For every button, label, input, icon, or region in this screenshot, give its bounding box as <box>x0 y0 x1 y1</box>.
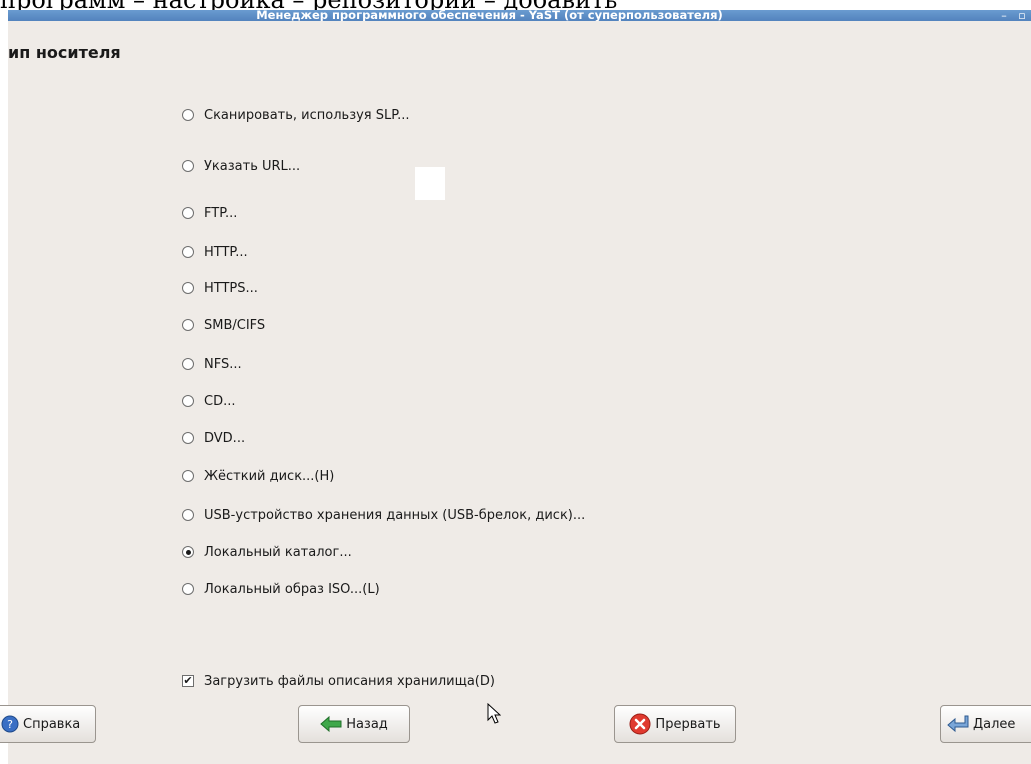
radio-option-http[interactable]: HTTP... <box>182 242 248 262</box>
yast-window: ип носителя Сканировать, используя SLP..… <box>8 21 1031 764</box>
radio-option-local-directory[interactable]: Локальный каталог... <box>182 542 352 562</box>
download-descriptions-checkbox-row[interactable]: ✔ Загрузить файлы описания хранилища(D) <box>182 671 495 691</box>
radio-button[interactable] <box>182 207 194 219</box>
mouse-pointer-icon <box>487 703 501 724</box>
svg-text:?: ? <box>7 718 13 731</box>
radio-button[interactable] <box>182 432 194 444</box>
checkbox-label: Загрузить файлы описания хранилища(D) <box>204 673 495 689</box>
radio-option-https[interactable]: HTTPS... <box>182 278 258 298</box>
radio-option-cd[interactable]: CD... <box>182 391 235 411</box>
radio-option-usb[interactable]: USB-устройство хранения данных (USB-брел… <box>182 505 585 525</box>
radio-option-local-iso[interactable]: Локальный образ ISO...(L) <box>182 579 380 599</box>
help-button-label: Справка <box>23 716 81 732</box>
arrow-left-icon <box>320 716 342 732</box>
help-button[interactable]: ? Справка <box>0 705 96 743</box>
radio-button[interactable] <box>182 509 194 521</box>
radio-option-label: Указать URL... <box>204 158 301 174</box>
radio-option-label: HTTPS... <box>204 280 258 296</box>
radio-option-label: CD... <box>204 393 236 409</box>
page-title: ип носителя <box>8 43 121 62</box>
radio-option-hard-disk[interactable]: Жёсткий диск...(H) <box>182 466 334 486</box>
screenshot: программ – настройка – репозитории – доб… <box>0 0 1031 764</box>
enter-arrow-icon <box>947 715 969 733</box>
abort-button-label: Прервать <box>655 716 721 732</box>
window-title: Менеджер программного обеспечения - YaST… <box>256 8 723 22</box>
radio-option-label: Локальный каталог... <box>204 544 352 560</box>
radio-option-label: SMB/CIFS <box>204 317 266 333</box>
radio-button[interactable] <box>182 109 194 121</box>
radio-option-smb-cifs[interactable]: SMB/CIFS <box>182 315 265 335</box>
radio-button[interactable] <box>182 319 194 331</box>
radio-option-label: NFS... <box>204 356 242 372</box>
radio-button[interactable] <box>182 583 194 595</box>
radio-option-label: FTP... <box>204 205 238 221</box>
radio-option-nfs[interactable]: NFS... <box>182 354 242 374</box>
radio-option-ftp[interactable]: FTP... <box>182 203 237 223</box>
radio-button[interactable] <box>182 470 194 482</box>
radio-button[interactable] <box>182 246 194 258</box>
radio-button[interactable] <box>182 358 194 370</box>
help-icon: ? <box>1 715 19 733</box>
stop-icon <box>629 713 651 735</box>
next-button-label: Далее <box>973 716 1016 732</box>
minimize-button[interactable]: – <box>997 10 1011 21</box>
radio-option-url[interactable]: Указать URL... <box>182 156 300 176</box>
radio-button-selected[interactable] <box>182 546 194 558</box>
maximize-button[interactable]: ▫ <box>1015 10 1029 21</box>
radio-option-label: Жёсткий диск...(H) <box>204 468 335 484</box>
radio-button[interactable] <box>182 395 194 407</box>
back-button-label: Назад <box>346 716 388 732</box>
radio-option-label: DVD... <box>204 430 246 446</box>
radio-button[interactable] <box>182 282 194 294</box>
radio-option-slp[interactable]: Сканировать, используя SLP... <box>182 105 409 125</box>
blank-area <box>415 167 445 200</box>
download-descriptions-checkbox[interactable]: ✔ <box>182 675 194 687</box>
next-button[interactable]: Далее <box>940 705 1031 743</box>
radio-option-dvd[interactable]: DVD... <box>182 428 245 448</box>
back-button[interactable]: Назад <box>298 705 410 743</box>
radio-option-label: USB-устройство хранения данных (USB-брел… <box>204 507 586 523</box>
radio-option-label: Сканировать, используя SLP... <box>204 107 410 123</box>
radio-option-label: HTTP... <box>204 244 248 260</box>
radio-button[interactable] <box>182 160 194 172</box>
abort-button[interactable]: Прервать <box>614 705 736 743</box>
radio-option-label: Локальный образ ISO...(L) <box>204 581 380 597</box>
